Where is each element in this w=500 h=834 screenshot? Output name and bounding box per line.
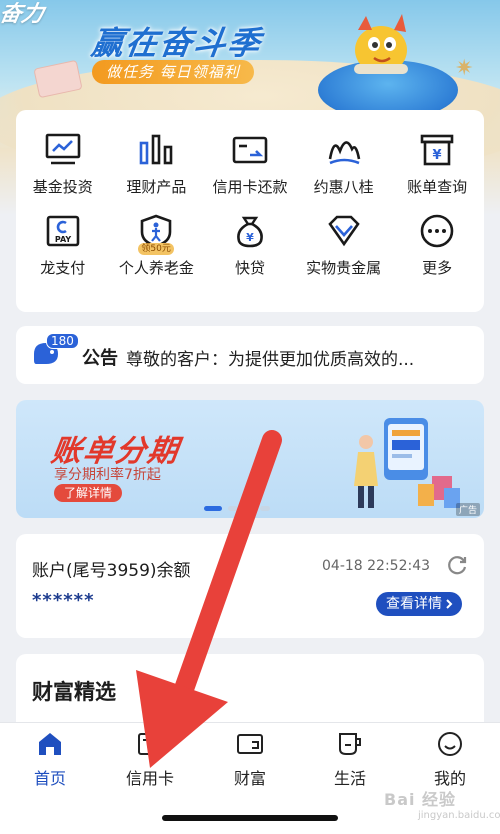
menu-label: 账单查询 xyxy=(407,178,468,196)
home-indicator[interactable] xyxy=(162,815,338,821)
menu-item-fund[interactable]: 基金投资 xyxy=(16,130,110,197)
menu-label: 龙支付 xyxy=(40,259,86,277)
account-balance-masked[interactable]: ****** xyxy=(32,590,94,611)
carousel-dot xyxy=(228,506,238,511)
menu-item-wealth-products[interactable]: 理财产品 xyxy=(110,130,204,197)
menu-item-card-repay[interactable]: 信用卡还款 xyxy=(203,130,297,197)
banner-title: 赢在奋斗季 xyxy=(89,24,265,62)
tab-label: 财富 xyxy=(233,769,266,788)
pay-icon: PAY xyxy=(43,211,83,251)
account-title: 账户(尾号3959)余额 xyxy=(32,561,191,581)
carousel-dot xyxy=(244,506,254,511)
menu-item-precious-metal[interactable]: 实物贵金属 xyxy=(297,211,391,278)
chevron-right-icon xyxy=(446,599,453,609)
bar-chart-icon xyxy=(136,130,176,170)
svg-text:¥: ¥ xyxy=(246,231,254,244)
menu-item-bagui[interactable]: 约惠八桂 xyxy=(297,130,391,197)
quick-menu-card: 基金投资 理财产品 信用卡还款 约惠八桂 ¥ 账单查询 PAY 龙支付 领50元… xyxy=(16,110,484,312)
tab-wealth[interactable]: 财富 xyxy=(200,731,300,789)
credit-card-icon xyxy=(138,733,162,755)
view-details-label: 查看详情 xyxy=(386,596,442,612)
menu-label: 个人养老金 xyxy=(118,259,194,277)
menu-item-bill-query[interactable]: ¥ 账单查询 xyxy=(390,130,484,197)
view-details-button[interactable]: 查看详情 xyxy=(376,592,462,616)
ad-tag: 广告 xyxy=(455,503,480,516)
starfish-decoration: ✷ xyxy=(455,56,474,81)
menu-item-pension[interactable]: 领50元 个人养老金 xyxy=(110,211,204,278)
wealth-section-title: 财富精选 xyxy=(32,680,116,704)
notice-bar[interactable]: 180 公告 尊敬的客户：为提供更加优质高效的... xyxy=(16,326,484,384)
mascot-illustration xyxy=(354,14,408,74)
menu-label: 快贷 xyxy=(234,259,265,277)
wallet-icon xyxy=(237,734,263,754)
refresh-icon[interactable] xyxy=(446,554,468,576)
card-repay-icon xyxy=(230,130,270,170)
tab-label: 信用卡 xyxy=(125,769,174,788)
tab-label: 首页 xyxy=(33,769,66,788)
mountain-icon xyxy=(324,130,364,170)
fund-chart-icon xyxy=(43,130,83,170)
ad-subtitle: 享分期利率7折起 xyxy=(54,467,161,483)
ad-shopping-illustration xyxy=(354,418,460,508)
money-bag-icon: ¥ xyxy=(230,211,270,251)
notice-label: 公告 xyxy=(82,348,118,369)
cup-icon xyxy=(339,733,361,755)
more-dots-icon xyxy=(417,211,457,251)
ad-carousel-indicator xyxy=(204,506,270,511)
menu-item-long-pay[interactable]: PAY 龙支付 xyxy=(16,211,110,278)
baidu-watermark-url: jingyan.baidu.com xyxy=(418,810,500,821)
svg-text:PAY: PAY xyxy=(55,235,72,244)
menu-label: 实物贵金属 xyxy=(306,259,382,277)
baidu-watermark: Bai 经验 xyxy=(384,790,457,809)
menu-item-more[interactable]: 更多 xyxy=(390,211,484,278)
tab-home[interactable]: 首页 xyxy=(0,731,100,789)
account-update-time: 04-18 22:52:43 xyxy=(322,558,431,574)
ad-banner-installment[interactable]: 账单分期 享分期利率7折起 了解详情 广告 xyxy=(16,400,484,518)
tab-life[interactable]: 生活 xyxy=(300,731,400,789)
notice-count-badge: 180 xyxy=(46,333,79,349)
pension-shield-icon: 领50元 xyxy=(136,211,176,255)
menu-item-quick-loan[interactable]: ¥ 快贷 xyxy=(203,211,297,278)
tab-mine[interactable]: 我的 xyxy=(400,731,500,789)
pension-bonus-badge: 领50元 xyxy=(138,243,174,255)
menu-label: 理财产品 xyxy=(126,178,187,196)
menu-label: 更多 xyxy=(422,259,453,277)
banner-subtitle: 做任务 每日领福利 xyxy=(92,60,254,84)
bill-yuan-icon: ¥ xyxy=(417,130,457,170)
banner-corner-logo: 奋力 xyxy=(0,2,46,27)
menu-label: 基金投资 xyxy=(32,178,93,196)
carousel-dot xyxy=(260,506,270,511)
menu-label: 信用卡还款 xyxy=(212,178,288,196)
notice-text: 尊敬的客户：为提供更加优质高效的... xyxy=(126,350,415,370)
ad-detail-button[interactable]: 了解详情 xyxy=(54,484,123,502)
svg-text:¥: ¥ xyxy=(433,148,442,163)
smile-icon xyxy=(438,732,462,756)
tab-credit-card[interactable]: 信用卡 xyxy=(100,731,200,789)
carousel-dot-active xyxy=(204,506,222,511)
home-icon xyxy=(39,733,61,755)
menu-label: 约惠八桂 xyxy=(313,178,374,196)
tab-label: 生活 xyxy=(333,769,366,788)
quick-menu-grid: 基金投资 理财产品 信用卡还款 约惠八桂 ¥ 账单查询 PAY 龙支付 领50元… xyxy=(16,130,484,278)
account-balance-card: 账户(尾号3959)余额 04-18 22:52:43 ****** 查看详情 xyxy=(16,534,484,638)
diamond-icon xyxy=(324,211,364,251)
